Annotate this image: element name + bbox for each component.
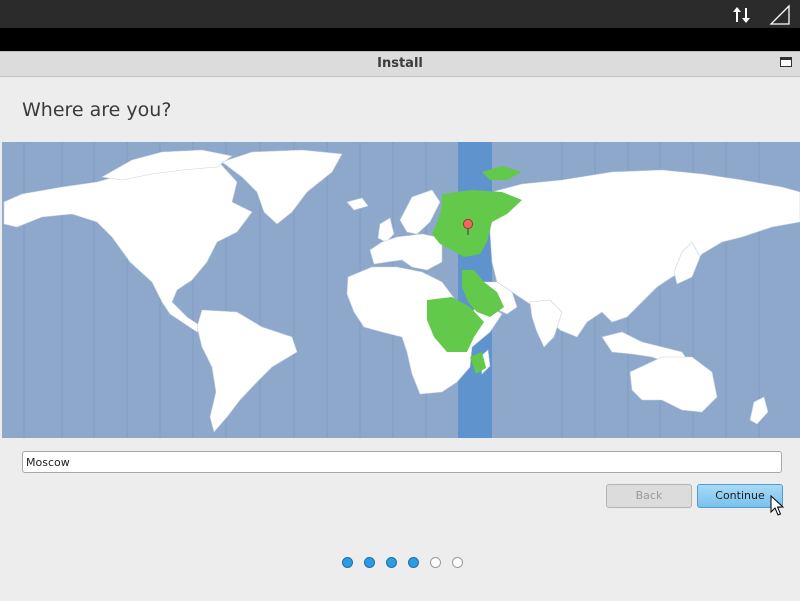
timezone-map[interactable] <box>2 142 800 438</box>
back-button[interactable]: Back <box>606 484 692 508</box>
window-title: Install <box>377 56 423 71</box>
mouse-cursor-icon <box>770 495 784 516</box>
maximize-button[interactable] <box>780 57 792 67</box>
installer-window: Install Where are you? Moscow Back Conti… <box>0 51 800 601</box>
window-titlebar: Install <box>0 52 800 77</box>
page-title: Where are you? <box>22 99 172 121</box>
landmasses <box>3 149 800 433</box>
progress-step-4 <box>408 557 419 568</box>
location-input[interactable] <box>22 451 782 473</box>
progress-step-2 <box>364 557 375 568</box>
location-pin-icon <box>462 218 474 235</box>
world-map-graphic <box>3 142 800 438</box>
signal-strength-icon[interactable] <box>769 4 791 26</box>
network-transfer-icon[interactable] <box>731 4 753 26</box>
progress-step-5 <box>430 557 441 568</box>
system-top-bar <box>0 0 800 28</box>
progress-step-3 <box>386 557 397 568</box>
progress-step-1 <box>342 557 353 568</box>
progress-step-6 <box>452 557 463 568</box>
